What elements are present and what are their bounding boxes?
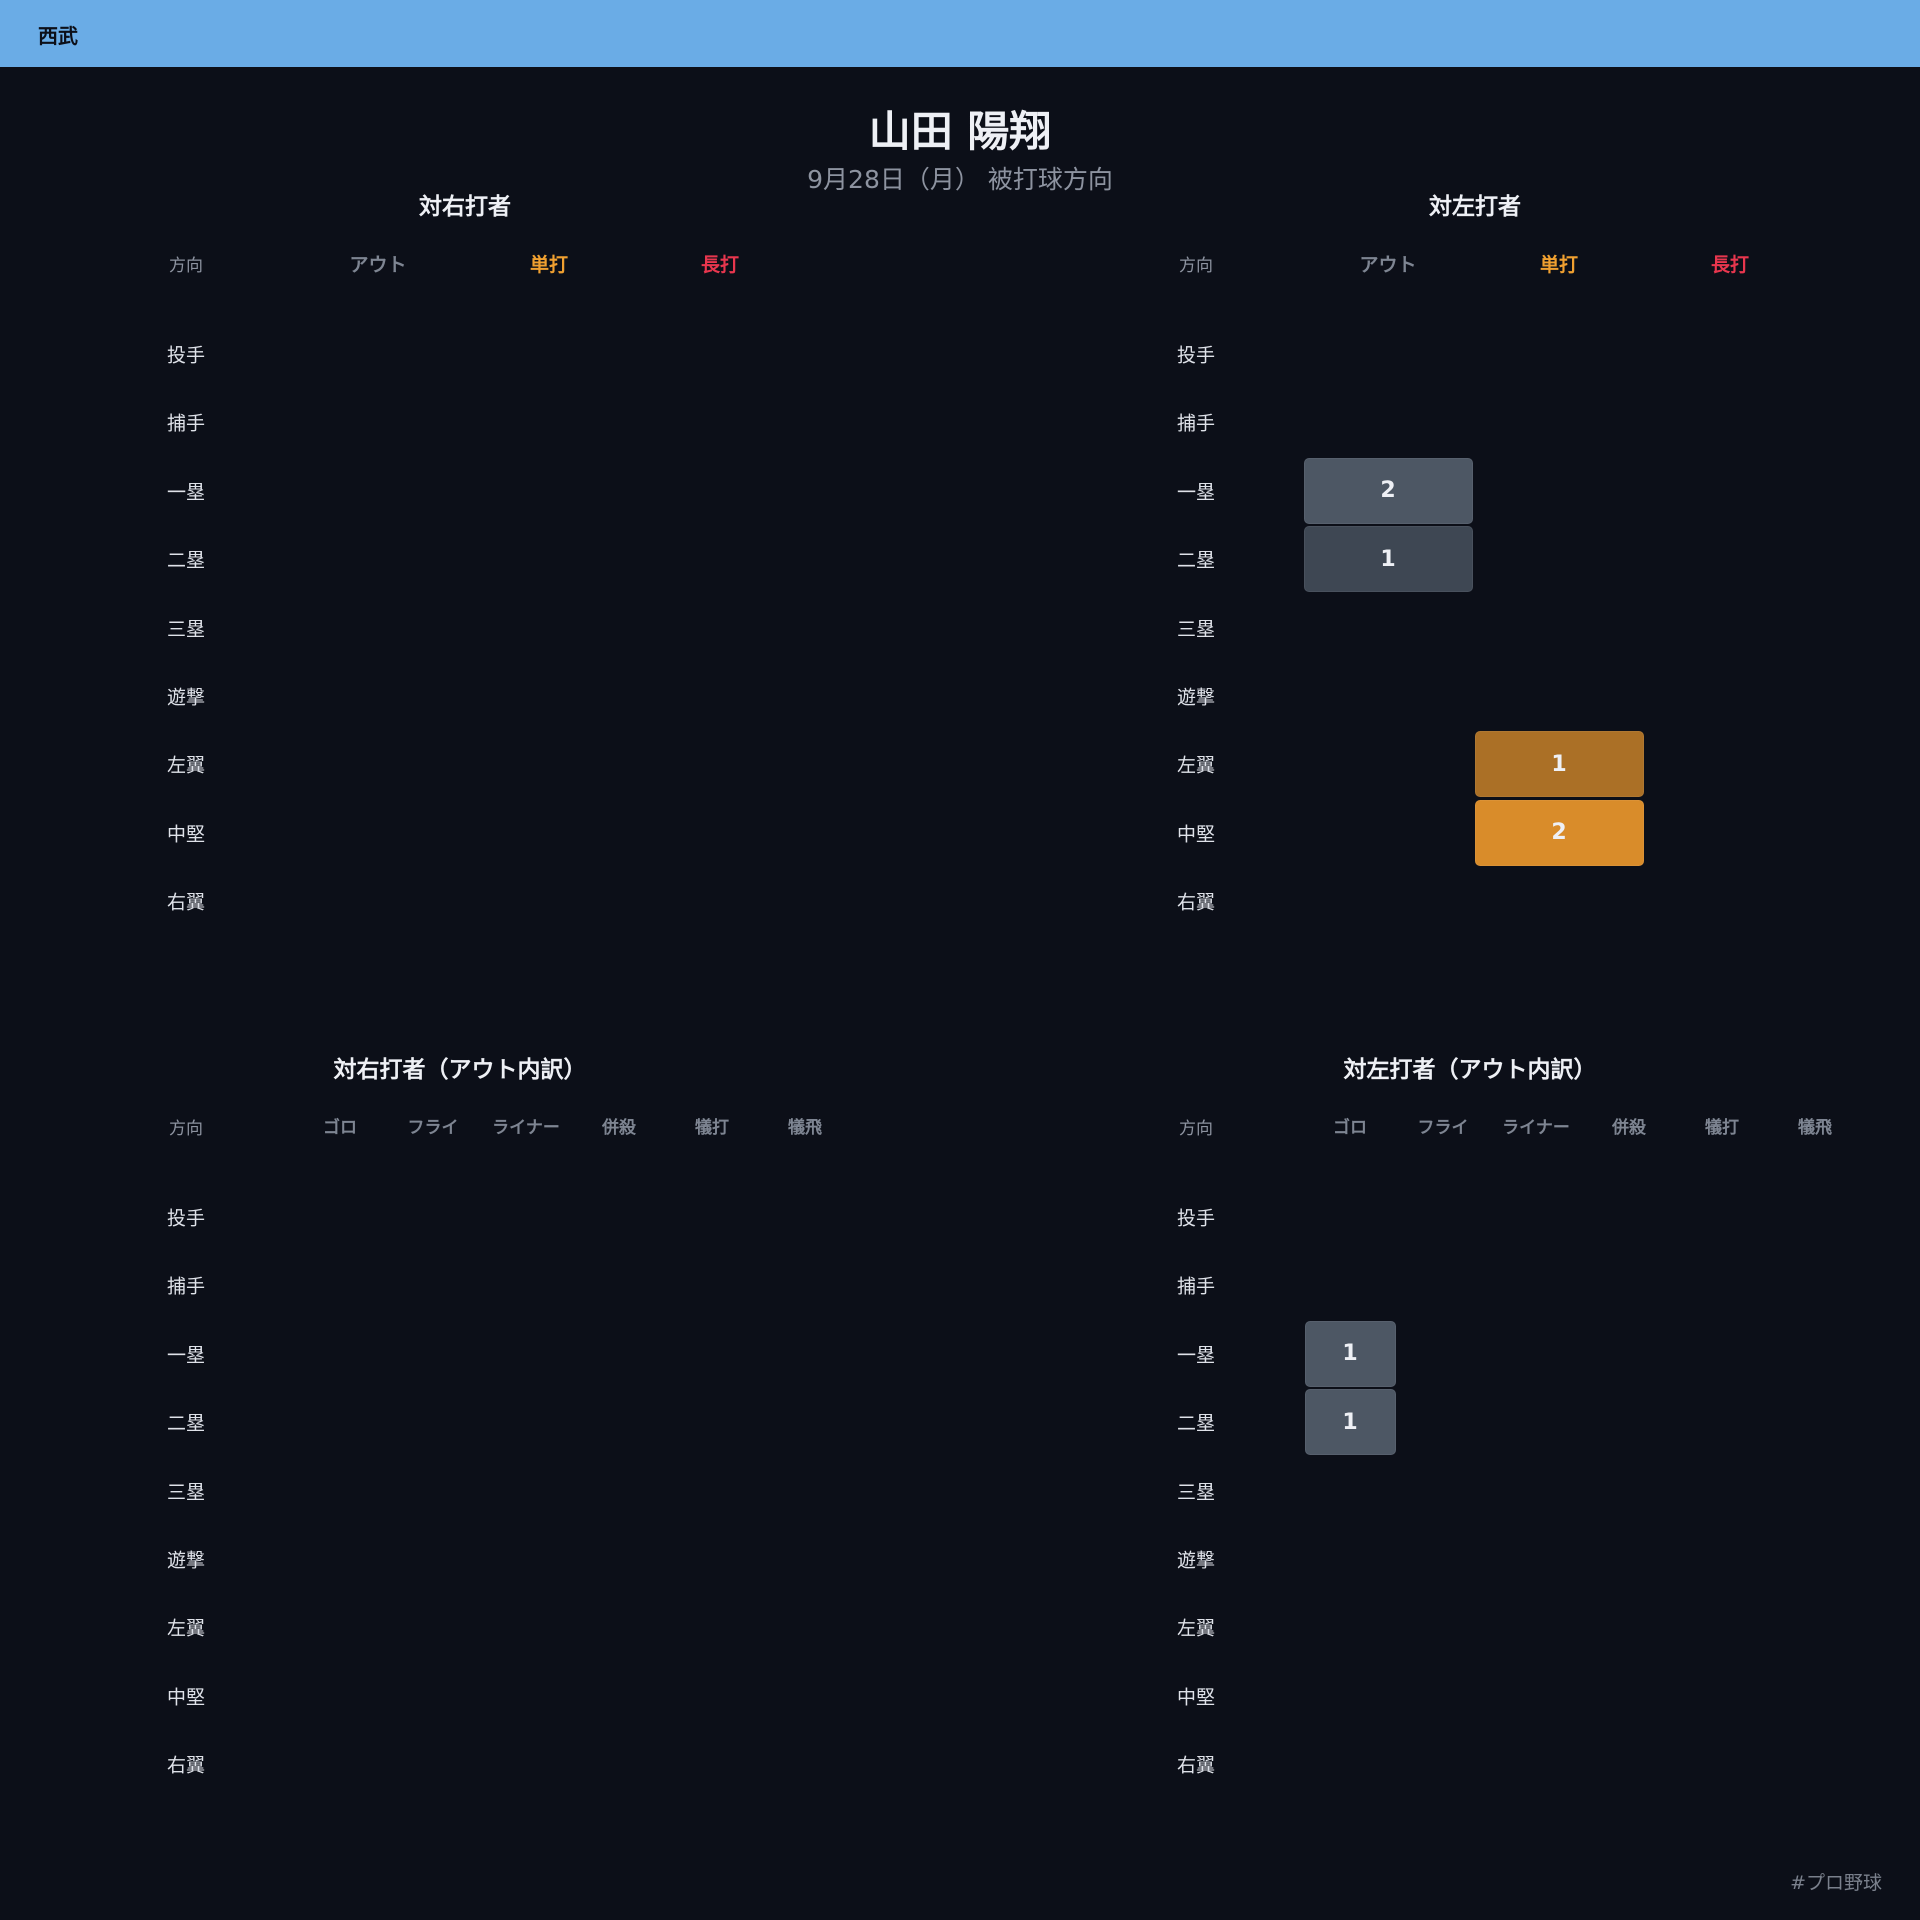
row-label: 二塁 [1176, 549, 1215, 572]
hashtag: #プロ野球 [1790, 1872, 1882, 1894]
row-label: 三塁 [166, 1481, 205, 1504]
top-bar: 西武 [0, 0, 1920, 67]
row-label: 投手 [1176, 1207, 1215, 1230]
direction-header: 方向 [169, 1119, 203, 1139]
row-label: 右翼 [166, 891, 205, 914]
row-label: 捕手 [166, 412, 205, 435]
panel-title: 対左打者 [1429, 194, 1521, 220]
row-label: 左翼 [166, 1617, 205, 1640]
row-label: 中堅 [1176, 1686, 1215, 1709]
row-label: 中堅 [166, 1686, 205, 1709]
row-label: 一塁 [166, 481, 205, 504]
row-label: 右翼 [1176, 891, 1215, 914]
row-label: 中堅 [166, 823, 205, 846]
column-header: 犠飛 [1798, 1118, 1832, 1138]
row-label: 投手 [166, 344, 205, 367]
row-label: 捕手 [166, 1275, 205, 1298]
row-label: 投手 [166, 1207, 205, 1230]
panel-vs-left-out-breakdown: 対左打者（アウト内訳） 方向 ゴロ フライ ライナー 併殺 犠打 犠飛 投手 捕手 一塁 1 二塁 1 三塁… [1010, 1050, 1910, 1850]
row-label: 右翼 [166, 1754, 205, 1777]
row-label: 遊撃 [1176, 1549, 1215, 1572]
column-header: アウト [349, 254, 407, 276]
row-label: 二塁 [1176, 1412, 1215, 1435]
count-cell: 1 [1303, 526, 1473, 593]
count-cell: 2 [1474, 799, 1644, 866]
row-label: 三塁 [1176, 618, 1215, 641]
row-label: 投手 [1176, 344, 1215, 367]
direction-header: 方向 [1179, 256, 1213, 276]
column-header: 単打 [529, 254, 568, 276]
direction-header: 方向 [169, 256, 203, 276]
row-label: 一塁 [1176, 1344, 1215, 1367]
panel-vs-right: 対右打者方向 アウト 単打 長打投手捕手一塁二塁三塁遊撃左翼中堅右翼 [0, 187, 900, 987]
row-label: 左翼 [1176, 1617, 1215, 1640]
player-name: 山田 陽翔 [868, 107, 1052, 156]
team-name: 西武 [38, 24, 78, 48]
column-header: 長打 [1710, 254, 1749, 276]
count-cell: 1 [1304, 1320, 1396, 1387]
column-header: 犠飛 [788, 1118, 822, 1138]
panel-title: 対左打者（アウト内訳） [1343, 1057, 1597, 1083]
panel-vs-left: 対左打者方向 アウト 単打 長打投手捕手一塁 2 二塁 1 三塁遊撃左翼 1 中堅 2 右翼 [1010, 187, 1910, 987]
direction-header: 方向 [1179, 1119, 1213, 1139]
row-label: 左翼 [166, 754, 205, 777]
column-header: 長打 [700, 254, 739, 276]
panel-title: 対右打者（アウト内訳） [333, 1057, 587, 1083]
row-label: 捕手 [1176, 1275, 1215, 1298]
count-cell: 2 [1303, 457, 1473, 524]
row-label: 遊撃 [166, 1549, 205, 1572]
row-label: 二塁 [166, 1412, 205, 1435]
panel-vs-right-out-breakdown: 対右打者（アウト内訳） 方向 ゴロ フライ ライナー 併殺 犠打 犠飛 投手 捕手 一塁 二塁 三塁 遊撃… [0, 1050, 900, 1850]
column-header: アウト [1359, 254, 1417, 276]
row-label: 二塁 [166, 549, 205, 572]
count-cell: 1 [1304, 1389, 1396, 1456]
row-label: 遊撃 [166, 686, 205, 709]
row-label: 左翼 [1176, 754, 1215, 777]
row-label: 捕手 [1176, 412, 1215, 435]
row-label: 中堅 [1176, 823, 1215, 846]
column-header: 単打 [1539, 254, 1578, 276]
row-label: 一塁 [1176, 481, 1215, 504]
count-cell: 1 [1474, 731, 1644, 798]
row-label: 遊撃 [1176, 686, 1215, 709]
panel-title: 対右打者 [419, 194, 511, 220]
row-label: 一塁 [166, 1344, 205, 1367]
row-label: 三塁 [166, 618, 205, 641]
row-label: 右翼 [1176, 1754, 1215, 1777]
row-label: 三塁 [1176, 1481, 1215, 1504]
